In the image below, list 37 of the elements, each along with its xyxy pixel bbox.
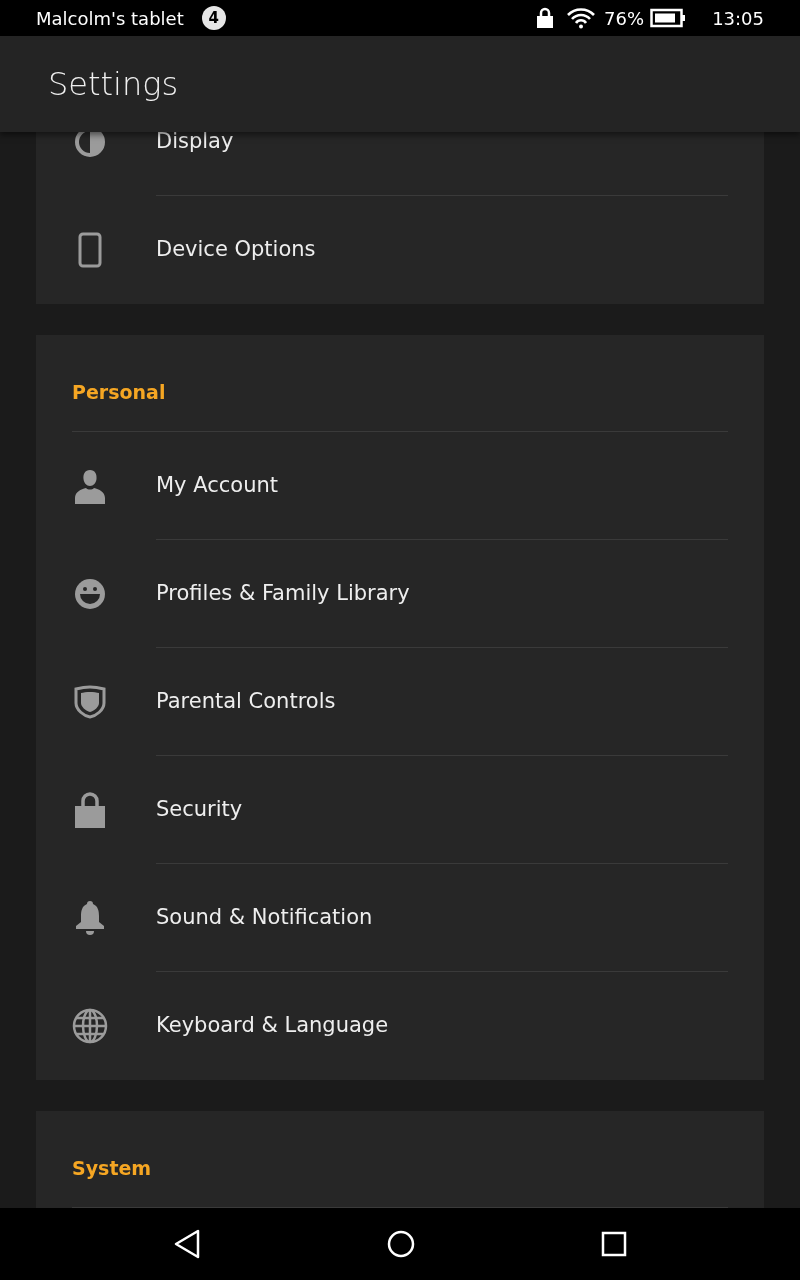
settings-item[interactable]: My Account: [36, 432, 764, 540]
section-header: Personal: [72, 379, 166, 405]
settings-item[interactable]: Device Options: [36, 196, 764, 304]
item-label: Security: [156, 795, 243, 823]
item-label: Display: [156, 132, 234, 155]
notification-badge: 4: [201, 6, 226, 30]
page-title: Settings: [48, 64, 179, 105]
device-name: Malcolm's tablet: [36, 6, 184, 31]
clock: 13:05: [712, 6, 764, 31]
settings-item[interactable]: Keyboard & Language: [36, 972, 764, 1080]
item-label: Profiles & Family Library: [156, 579, 410, 607]
item-label: Device Options: [156, 236, 316, 264]
settings-item[interactable]: Sound & Notification: [36, 864, 764, 972]
lock-icon: [74, 791, 106, 829]
home-icon[interactable]: [387, 1230, 415, 1258]
contrast-icon: [74, 132, 106, 158]
settings-item[interactable]: Security: [36, 756, 764, 864]
wifi-icon: [566, 7, 597, 29]
back-icon[interactable]: [173, 1229, 201, 1259]
item-label: Parental Controls: [156, 687, 336, 715]
battery-icon: [650, 8, 687, 28]
person-icon: [73, 468, 107, 504]
item-label: My Account: [156, 471, 278, 499]
smiley-icon: [74, 578, 106, 610]
phone-icon: [78, 232, 102, 268]
globe-icon: [72, 1008, 108, 1044]
lock-icon: [536, 7, 555, 29]
recents-icon[interactable]: [601, 1231, 627, 1257]
shield-icon: [74, 685, 106, 719]
section-header: System: [72, 1155, 152, 1181]
settings-item[interactable]: Profiles & Family Library: [36, 540, 764, 648]
item-label: Keyboard & Language: [156, 1012, 389, 1040]
bell-icon: [74, 900, 106, 936]
battery-percent: 76%: [604, 6, 645, 31]
settings-item[interactable]: Parental Controls: [36, 648, 764, 756]
item-label: Sound & Notification: [156, 903, 373, 931]
settings-item[interactable]: Display: [36, 132, 764, 196]
